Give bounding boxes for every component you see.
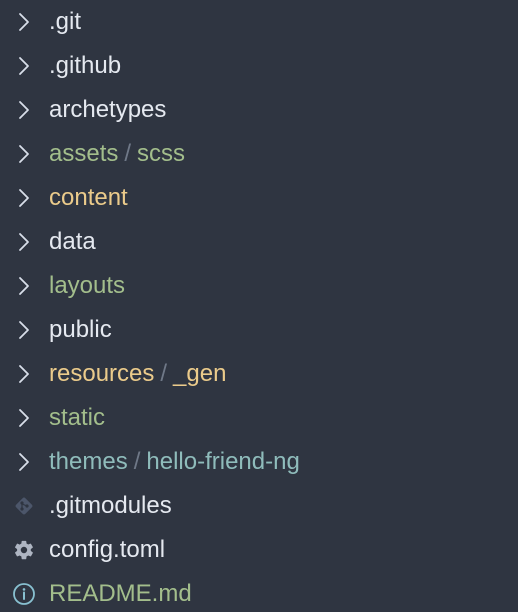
chevron-right-icon[interactable] [10, 220, 38, 264]
folder-label: themes / hello-friend-ng [49, 448, 300, 475]
folder-label: layouts [49, 272, 126, 299]
chevron-right-icon[interactable] [10, 0, 38, 44]
folder-label: public [49, 316, 112, 343]
tree-item-public[interactable]: public [0, 308, 518, 352]
tree-item-static[interactable]: static [0, 396, 518, 440]
folder-label: archetypes [49, 96, 167, 123]
chevron-right-icon[interactable] [10, 88, 38, 132]
file-label: config.toml [49, 536, 166, 563]
tree-item-assets[interactable]: assets / scss [0, 132, 518, 176]
tree-item-github[interactable]: .github [0, 44, 518, 88]
path-separator: / [124, 140, 132, 167]
tree-item-resources[interactable]: resources / _gen [0, 352, 518, 396]
path-separator: / [133, 448, 141, 475]
chevron-right-icon[interactable] [10, 352, 38, 396]
file-label: README.md [49, 580, 192, 607]
tree-item-archetypes[interactable]: archetypes [0, 88, 518, 132]
folder-label: data [49, 228, 96, 255]
tree-item-gitmodules[interactable]: .gitmodules [0, 484, 518, 528]
folder-label: .github [49, 52, 122, 79]
git-icon [10, 484, 38, 528]
gear-icon [10, 528, 38, 572]
folder-label: static [49, 404, 106, 431]
chevron-right-icon[interactable] [10, 440, 38, 484]
folder-label: assets / scss [49, 140, 186, 167]
tree-item-git[interactable]: .git [0, 0, 518, 44]
chevron-right-icon[interactable] [10, 264, 38, 308]
chevron-right-icon[interactable] [10, 44, 38, 88]
info-icon [10, 572, 38, 612]
folder-label: content [49, 184, 128, 211]
folder-label: .git [49, 8, 82, 35]
tree-item-themes[interactable]: themes / hello-friend-ng [0, 440, 518, 484]
folder-label: resources / _gen [49, 360, 227, 387]
chevron-right-icon[interactable] [10, 176, 38, 220]
file-label: .gitmodules [49, 492, 172, 519]
file-explorer-tree: .git .github archetypes assets / scss cont… [0, 0, 518, 612]
chevron-right-icon[interactable] [10, 396, 38, 440]
path-separator: / [160, 360, 168, 387]
tree-item-content[interactable]: content [0, 176, 518, 220]
tree-item-config-toml[interactable]: config.toml [0, 528, 518, 572]
tree-item-layouts[interactable]: layouts [0, 264, 518, 308]
chevron-right-icon[interactable] [10, 308, 38, 352]
tree-item-readme[interactable]: README.md [0, 572, 518, 612]
chevron-right-icon[interactable] [10, 132, 38, 176]
tree-item-data[interactable]: data [0, 220, 518, 264]
